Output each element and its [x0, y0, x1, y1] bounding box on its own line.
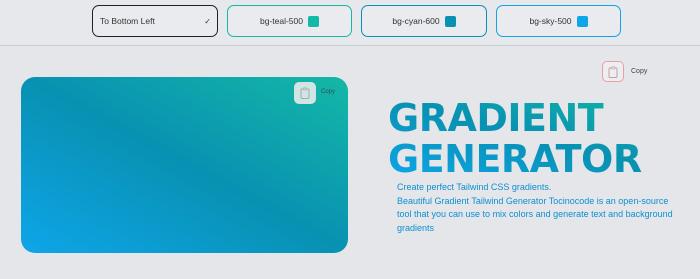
to-color-label: bg-sky-500 — [529, 16, 572, 26]
toolbar: To Bottom Left ✓ bg-teal-500 bg-cyan-600… — [0, 0, 700, 46]
check-icon: ✓ — [204, 17, 211, 26]
copy-code-button[interactable] — [602, 61, 624, 82]
from-color-label: bg-teal-500 — [259, 16, 303, 26]
via-color-swatch — [444, 15, 456, 27]
page-title-line-2: GENERATOR — [388, 137, 642, 181]
clipboard-icon — [300, 87, 310, 99]
to-color-select[interactable]: bg-sky-500 — [496, 5, 621, 37]
hero-description-text: Beautiful Gradient Tailwind Generator To… — [397, 195, 673, 233]
from-color-swatch — [308, 15, 319, 27]
via-color-label: bg-cyan-600 — [392, 16, 440, 26]
to-color-swatch — [576, 15, 588, 27]
direction-select[interactable]: To Bottom Left ✓ — [92, 5, 218, 37]
page-title-line-1: GRADIENT — [388, 96, 604, 140]
direction-select-label: To Bottom Left — [100, 16, 155, 26]
preview-copy-label: Copy — [321, 89, 336, 95]
hero-tagline: Create perfect Tailwind CSS gradients. — [397, 182, 552, 192]
preview-copy-button[interactable] — [294, 82, 316, 104]
page-title: GRADIENT GENERATOR — [388, 98, 688, 180]
from-color-select[interactable]: bg-teal-500 — [227, 5, 352, 37]
hero-description: Create perfect Tailwind CSS gradients. B… — [397, 181, 682, 235]
copy-code-label: Copy — [631, 68, 648, 75]
clipboard-icon — [608, 66, 618, 78]
via-color-select[interactable]: bg-cyan-600 — [361, 5, 487, 37]
gradient-preview: Copy — [21, 77, 348, 253]
